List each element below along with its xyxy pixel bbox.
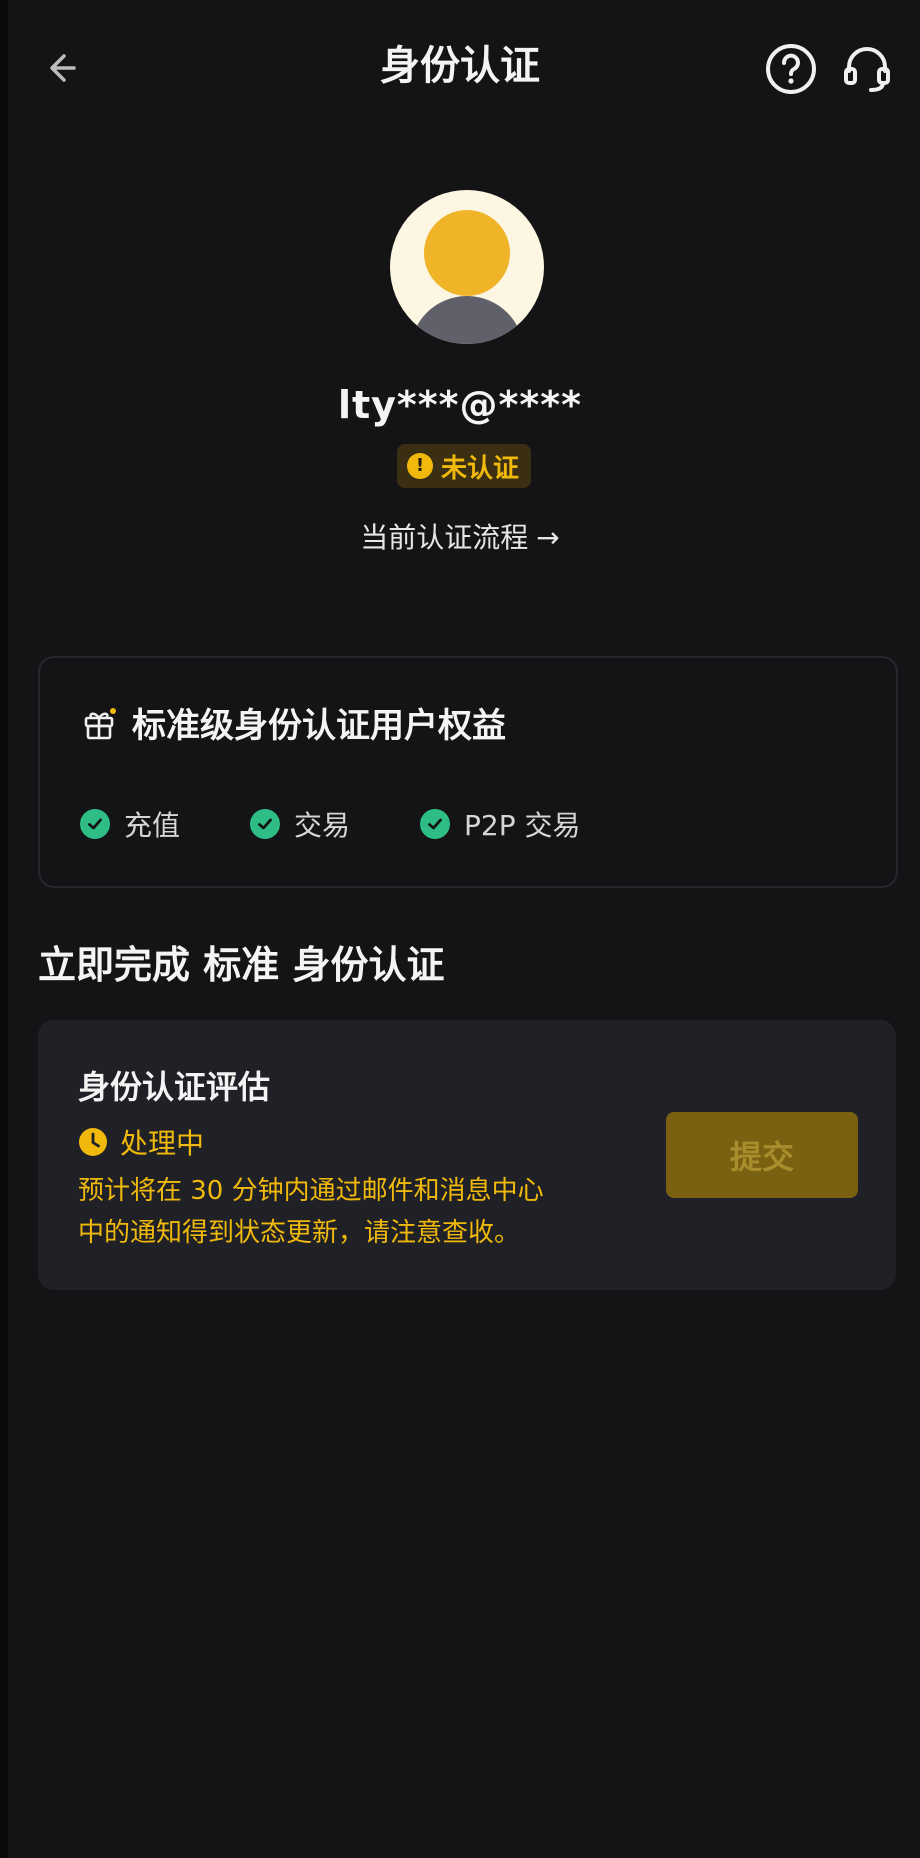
benefit-list: 充值 交易 P2P 交易 [80,804,581,844]
process-link-label: 当前认证流程 [360,521,529,554]
check-circle-icon [250,809,281,839]
check-circle-icon [80,809,110,839]
benefit-item: 交易 [250,804,350,844]
username: lty***@**** [337,383,583,427]
assessment-status: 处理中 [78,1122,204,1162]
benefit-label: 充值 [124,809,181,842]
assessment-card: 身份认证评估 处理中 预计将在 30 分钟内通过邮件和消息中心 中的通知得到状态… [38,1020,896,1290]
gift-icon [84,707,116,739]
clock-icon [79,1128,107,1156]
assessment-description: 预计将在 30 分钟内通过邮件和消息中心 中的通知得到状态更新，请注意查收。 [78,1170,598,1254]
assessment-title: 身份认证评估 [78,1068,271,1106]
benefit-label: P2P 交易 [464,809,581,842]
screen-edge [0,0,8,1858]
benefit-label: 交易 [294,809,351,842]
avatar-body [410,296,524,344]
arrow-right-icon: → [536,521,560,554]
benefits-title-text: 标准级身份认证用户权益 [132,706,506,746]
exclamation-icon: ! [407,453,433,479]
submit-button[interactable]: 提交 [666,1112,858,1198]
assessment-status-label: 处理中 [120,1127,205,1160]
check-circle-icon [420,809,451,839]
screen: 身份认证 lty***@**** ! 未认证 当前认证流程 → 标准级身份认证用… [0,0,920,1858]
benefits-card: 标准级身份认证用户权益 充值 交易 P2P 交易 [38,656,898,888]
headset-icon [844,47,890,92]
support-button[interactable] [836,38,898,100]
help-button[interactable] [760,38,822,100]
section-heading: 立即完成 标准 身份认证 [38,943,445,987]
avatar [390,190,544,344]
current-process-link[interactable]: 当前认证流程 → [0,516,920,560]
benefit-item: P2P 交易 [420,804,581,844]
assessment-description-line: 预计将在 30 分钟内通过邮件和消息中心 [78,1176,544,1206]
avatar-head [424,210,510,296]
question-circle-icon [766,44,816,94]
status-badge: ! 未认证 [397,444,532,488]
benefit-item: 充值 [80,804,180,844]
status-label: 未认证 [441,453,520,484]
benefits-title: 标准级身份认证用户权益 [82,698,506,747]
assessment-description-line: 中的通知得到状态更新，请注意查收。 [78,1218,521,1248]
header: 身份认证 [0,18,920,108]
